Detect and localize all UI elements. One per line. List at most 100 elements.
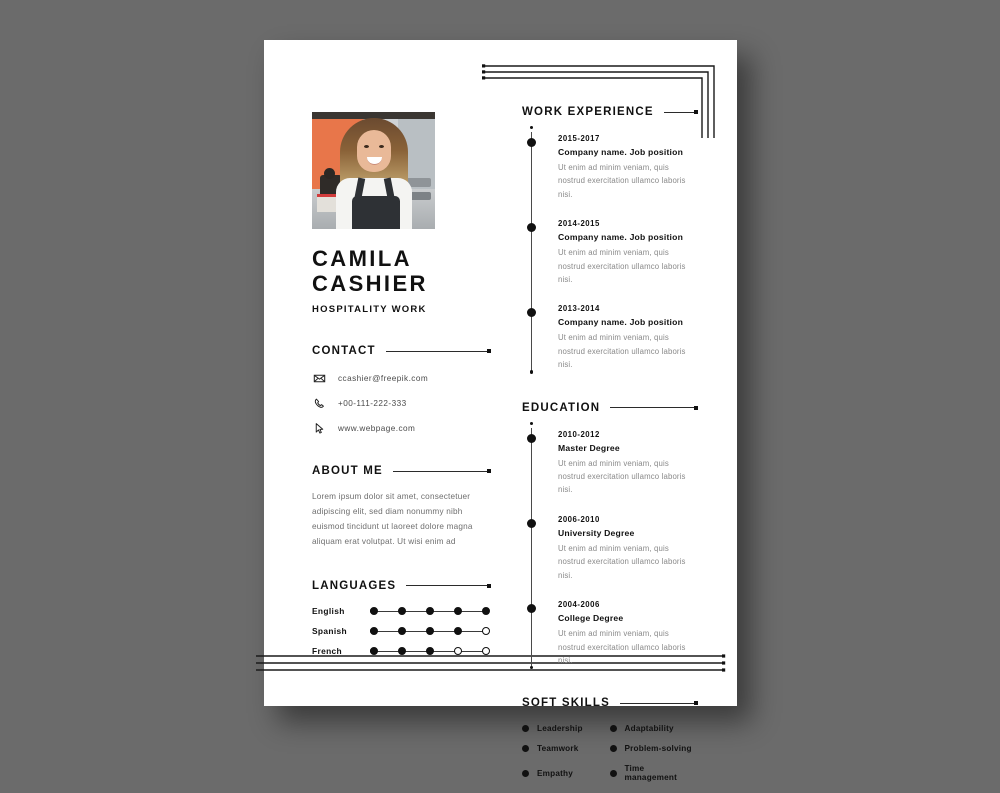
level-dot-empty [454,647,462,656]
timeline-entry: 2014-2015 Company name. Job position Ut en… [526,219,697,286]
entry-date: 2013-2014 [558,304,600,314]
timeline-entry: 2015-2017 Company name. Job position Ut en… [526,134,697,201]
soft-skill-label: Problem-solving [624,744,692,754]
first-name: CAMILA [312,246,412,271]
profile-photo [312,112,435,229]
section-rule [385,349,492,354]
soft-skill-item: Time management [609,764,698,782]
entry-heading: Company name. Job position [558,232,684,243]
soft-skill-list: Leadership Adaptability Teamwork Problem-so… [522,724,697,793]
language-row: Spanish [312,626,490,637]
page-title: CAMILA CASHIER [312,246,490,296]
section-soft-skills: SOFT SKILLS Leadership Adaptability Teamwo… [522,697,699,793]
section-about: ABOUT ME Lorem ipsum dolor sit amet, con… [312,465,492,550]
bullet-icon [522,745,529,753]
soft-skill-label: Teamwork [537,744,579,754]
contact-item-email[interactable]: ccashier@freepik.com [312,371,490,385]
language-name: Spanish [312,626,348,637]
education-timeline: 2010-2012 Master Degree Ut enim ad minim v… [522,421,697,669]
soft-skill-label: Empathy [537,768,573,778]
profile-role: HOSPITALITY WORK [312,304,427,316]
section-rule [392,469,492,474]
section-title-work-experience: WORK EXPERIENCE [522,106,654,118]
section-contact: CONTACT ccashier@freepik.com +00-111-222… [312,345,492,435]
section-education: EDUCATION 2010-2012 Master Degree Ut enim … [522,401,698,669]
timeline-line [529,421,534,669]
section-rule [610,405,698,410]
entry-description: Ut enim ad minim veniam, quis nostrud ex… [558,333,686,370]
timeline-entry: 2006-2010 University Degree Ut enim ad min… [526,514,697,582]
soft-skill-item: Leadership [522,724,610,733]
section-title-soft-skills: SOFT SKILLS [522,697,610,710]
work-experience-timeline: 2015-2017 Company name. Job position Ut en… [522,126,697,374]
entry-date: 2006-2010 [558,514,600,524]
section-title-about: ABOUT ME [312,465,383,478]
section-header-soft-skills: SOFT SKILLS [522,697,699,710]
soft-skill-item: Empathy [522,764,610,782]
timeline-bullet-icon [526,433,536,443]
level-dot-filled [398,607,406,616]
entry-heading: College Degree [558,613,624,624]
entry-date: 2015-2017 [558,134,600,143]
timeline-bullet-icon [526,518,536,528]
entry-date: 2010-2012 [558,429,600,439]
level-dot-filled [454,627,462,636]
language-row: French [312,646,490,657]
language-level-dots [370,646,490,657]
cursor-icon [312,421,326,435]
section-title-contact: CONTACT [312,345,376,358]
entry-heading: Company name. Job position [558,147,684,157]
soft-skill-item: Problem-solving [609,744,698,754]
language-list: English Spanish French [312,606,490,657]
left-column: CAMILA CASHIER HOSPITALITY WORK CONTACT [312,112,492,666]
envelope-icon [312,371,326,385]
bullet-icon [609,745,617,753]
section-rule [663,110,699,114]
level-dot-filled [398,627,406,636]
timeline-line [529,126,534,374]
level-dot-filled [370,627,378,636]
timeline-bullet-icon [526,604,536,614]
entry-description: Ut enim ad minim veniam, quis nostrud ex… [558,163,686,199]
entry-heading: Company name. Job position [558,317,684,328]
entry-heading: University Degree [558,527,635,538]
contact-list: ccashier@freepik.com +00-111-222-333 www… [312,371,490,435]
language-level-dots [370,606,490,617]
section-header-languages: LANGUAGES [312,579,491,592]
language-row: English [312,606,490,617]
right-column: WORK EXPERIENCE 2015-2017 Company name. J… [522,106,699,793]
contact-website-value: www.webpage.com [338,423,416,433]
language-level-dots [370,626,490,637]
level-dot-filled [370,647,378,656]
timeline-bullet-icon [526,308,536,318]
about-text: Lorem ipsum dolor sit amet, consectetuer… [312,492,473,547]
contact-phone-value: +00-111-222-333 [338,398,407,408]
section-header-education: EDUCATION [522,401,698,414]
section-rule [406,583,491,588]
section-title-languages: LANGUAGES [312,579,397,592]
level-dot-empty [482,647,490,656]
bullet-icon [609,769,617,777]
contact-item-website[interactable]: www.webpage.com [312,421,490,435]
timeline-entry: 2010-2012 Master Degree Ut enim ad minim v… [526,429,697,497]
timeline-bullet-icon [526,223,536,233]
level-dot-filled [454,607,462,616]
entry-date: 2004-2006 [558,600,600,610]
resume-page: CAMILA CASHIER HOSPITALITY WORK CONTACT [256,40,737,782]
level-dot-empty [482,627,490,636]
language-name: English [312,606,345,617]
contact-email-value: ccashier@freepik.com [338,373,429,383]
soft-skill-label: Leadership [537,724,583,734]
language-name: French [312,646,343,657]
level-dot-filled [398,647,406,656]
level-dot-filled [426,627,434,636]
contact-item-phone[interactable]: +00-111-222-333 [312,396,490,410]
canvas: CAMILA CASHIER HOSPITALITY WORK CONTACT [0,0,1000,782]
soft-skill-item: Adaptability [609,724,698,733]
section-rule [619,701,699,706]
timeline-entry: 2013-2014 Company name. Job position Ut en… [526,304,697,371]
section-header-contact: CONTACT [312,345,492,358]
section-title-education: EDUCATION [522,401,601,414]
last-name: CASHIER [312,270,428,296]
phone-icon [312,396,326,410]
